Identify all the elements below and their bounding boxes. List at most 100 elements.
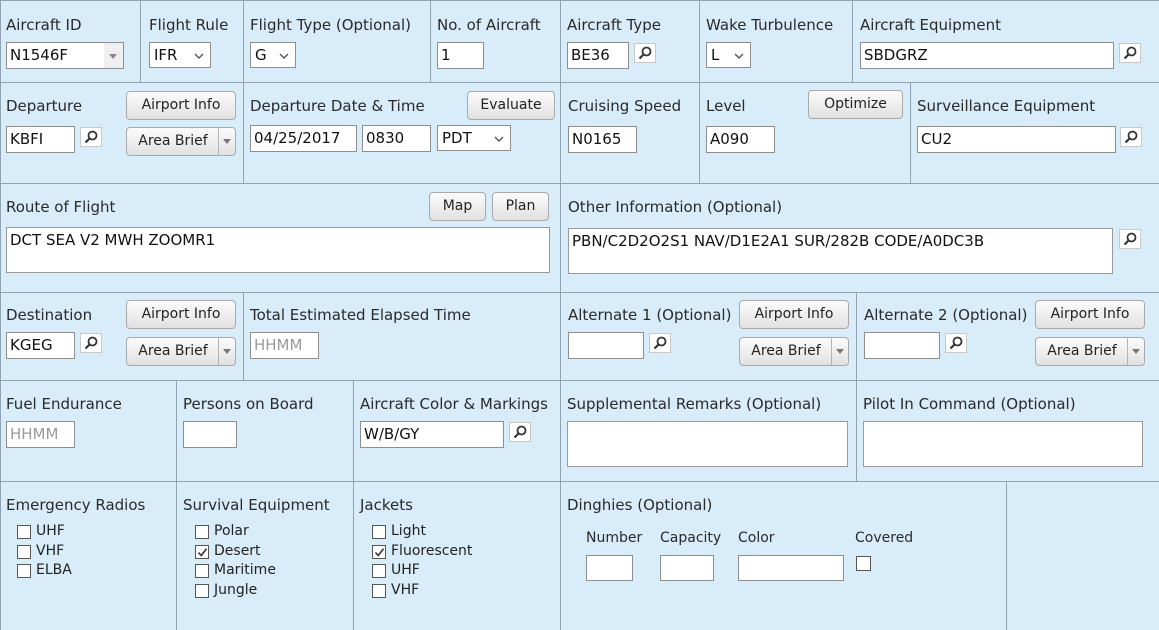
supplemental-remarks-label: Supplemental Remarks (Optional) <box>567 395 822 413</box>
departure-date-input[interactable]: 04/25/2017 <box>250 125 357 152</box>
aircraft-color-lookup-button[interactable] <box>509 422 531 442</box>
radios-checkbox-vhf[interactable] <box>17 544 31 559</box>
dinghies-number-input[interactable] <box>586 555 633 581</box>
pilot-in-command-textarea[interactable] <box>863 421 1143 467</box>
aircraft-equipment-input[interactable]: SBDGRZ <box>860 42 1114 69</box>
jackets-checkbox-uhf[interactable] <box>372 564 386 579</box>
wake-turbulence-select[interactable]: L <box>706 42 751 68</box>
chevron-down-icon[interactable] <box>831 338 848 365</box>
aircraft-type-input[interactable]: BE36 <box>567 42 629 69</box>
jackets-option-label: VHF <box>391 582 420 599</box>
aircraft-id-dropdown-button[interactable] <box>104 42 124 69</box>
departure-time-input[interactable]: 0830 <box>362 125 431 152</box>
area-brief-label: Area Brief <box>138 133 208 149</box>
dinghies-covered-checkbox[interactable] <box>856 556 871 571</box>
jackets-checkbox-fluorescent[interactable] <box>372 544 386 559</box>
dinghies-label: Dinghies (Optional) <box>567 496 713 514</box>
alternate-1-label: Alternate 1 (Optional) <box>568 306 732 324</box>
other-information-textarea[interactable]: PBN/C2D2O2S1 NAV/D1E2A1 SUR/282B CODE/A0… <box>568 228 1113 274</box>
flight-type-label: Flight Type (Optional) <box>250 16 411 34</box>
total-ete-label: Total Estimated Elapsed Time <box>250 306 471 324</box>
jackets-checkbox-vhf[interactable] <box>372 584 386 599</box>
destination-input[interactable]: KGEG <box>6 332 75 359</box>
level-input[interactable]: A090 <box>706 126 775 153</box>
dinghies-color-input[interactable] <box>738 555 844 581</box>
aircraft-color-input[interactable]: W/B/GY <box>360 421 504 448</box>
aircraft-type-label: Aircraft Type <box>567 16 661 34</box>
evaluate-button[interactable]: Evaluate <box>467 91 555 120</box>
other-information-lookup-button[interactable] <box>1119 229 1141 249</box>
survival-option-label: Jungle <box>214 582 258 599</box>
search-icon <box>84 130 98 144</box>
fuel-endurance-input[interactable]: HHMM <box>6 421 75 448</box>
flight-rule-label: Flight Rule <box>149 16 229 34</box>
jackets-option-label: Fluorescent <box>391 542 473 559</box>
survival-option-label: Desert <box>214 542 261 559</box>
search-icon <box>638 46 652 60</box>
wake-turbulence-label: Wake Turbulence <box>706 16 834 34</box>
survival-checkbox-jungle[interactable] <box>195 584 209 599</box>
cruising-speed-input[interactable]: N0165 <box>568 126 637 153</box>
surveillance-equipment-input[interactable]: CU2 <box>917 126 1116 153</box>
search-icon <box>1123 46 1137 60</box>
timezone-select[interactable]: PDT <box>437 125 511 151</box>
alternate-1-airport-info-button[interactable]: Airport Info <box>739 300 849 329</box>
chevron-down-icon[interactable] <box>218 128 235 155</box>
departure-input[interactable]: KBFI <box>6 126 75 153</box>
dinghies-capacity-label: Capacity <box>660 530 722 546</box>
chevron-down-icon <box>279 53 289 59</box>
radios-checkbox-elba[interactable] <box>17 564 31 579</box>
alternate-1-input[interactable] <box>568 332 644 359</box>
flight-rule-select[interactable]: IFR <box>149 42 211 68</box>
surveillance-equipment-lookup-button[interactable] <box>1120 127 1142 147</box>
aircraft-id-label: Aircraft ID <box>6 16 82 34</box>
search-icon <box>653 336 667 350</box>
dinghies-capacity-input[interactable] <box>660 555 714 581</box>
jackets-option-label: UHF <box>391 562 420 579</box>
radios-checkbox-uhf[interactable] <box>17 525 31 539</box>
num-aircraft-input[interactable]: 1 <box>437 42 484 69</box>
search-icon <box>1123 232 1137 246</box>
alternate-2-lookup-button[interactable] <box>945 333 967 353</box>
jackets-checkbox-light[interactable] <box>372 525 386 539</box>
emergency-radios-label: Emergency Radios <box>6 496 146 514</box>
chevron-down-icon[interactable] <box>218 338 235 365</box>
destination-lookup-button[interactable] <box>80 333 102 353</box>
chevron-down-icon[interactable] <box>1127 338 1144 365</box>
survival-option-label: Maritime <box>214 562 276 579</box>
aircraft-id-input[interactable]: N1546F <box>6 42 105 69</box>
search-icon <box>1124 130 1138 144</box>
route-of-flight-textarea[interactable]: DCT SEA V2 MWH ZOOMR1 <box>6 227 550 273</box>
plan-button[interactable]: Plan <box>492 192 549 221</box>
alternate-2-airport-info-button[interactable]: Airport Info <box>1035 300 1145 329</box>
destination-area-brief-button[interactable]: Area Brief <box>126 337 236 366</box>
supplemental-remarks-textarea[interactable] <box>567 421 848 467</box>
alternate-2-area-brief-button[interactable]: Area Brief <box>1035 337 1145 366</box>
dinghies-color-label: Color <box>738 530 775 546</box>
flight-type-select[interactable]: G <box>250 42 296 68</box>
aircraft-color-label: Aircraft Color & Markings <box>360 395 548 413</box>
departure-area-brief-button[interactable]: Area Brief <box>126 127 236 156</box>
total-ete-input[interactable]: HHMM <box>250 332 319 359</box>
area-brief-label: Area Brief <box>751 343 821 359</box>
alternate-1-area-brief-button[interactable]: Area Brief <box>739 337 849 366</box>
fuel-endurance-label: Fuel Endurance <box>6 395 122 413</box>
alternate-1-lookup-button[interactable] <box>649 333 671 353</box>
survival-checkbox-polar[interactable] <box>195 525 209 539</box>
chevron-down-icon <box>194 53 204 59</box>
departure-lookup-button[interactable] <box>80 127 102 147</box>
checkmark-icon <box>197 547 208 557</box>
destination-airport-info-button[interactable]: Airport Info <box>126 300 236 329</box>
search-icon <box>949 336 963 350</box>
departure-airport-info-button[interactable]: Airport Info <box>126 91 236 120</box>
survival-checkbox-desert[interactable] <box>195 544 209 559</box>
survival-checkbox-maritime[interactable] <box>195 564 209 579</box>
map-button[interactable]: Map <box>429 192 486 221</box>
alternate-2-input[interactable] <box>864 332 940 359</box>
persons-on-board-input[interactable] <box>183 421 237 448</box>
aircraft-type-lookup-button[interactable] <box>634 43 656 63</box>
aircraft-equipment-lookup-button[interactable] <box>1119 43 1141 63</box>
departure-label: Departure <box>6 97 83 115</box>
dinghies-number-label: Number <box>586 530 643 546</box>
optimize-button[interactable]: Optimize <box>808 90 903 119</box>
